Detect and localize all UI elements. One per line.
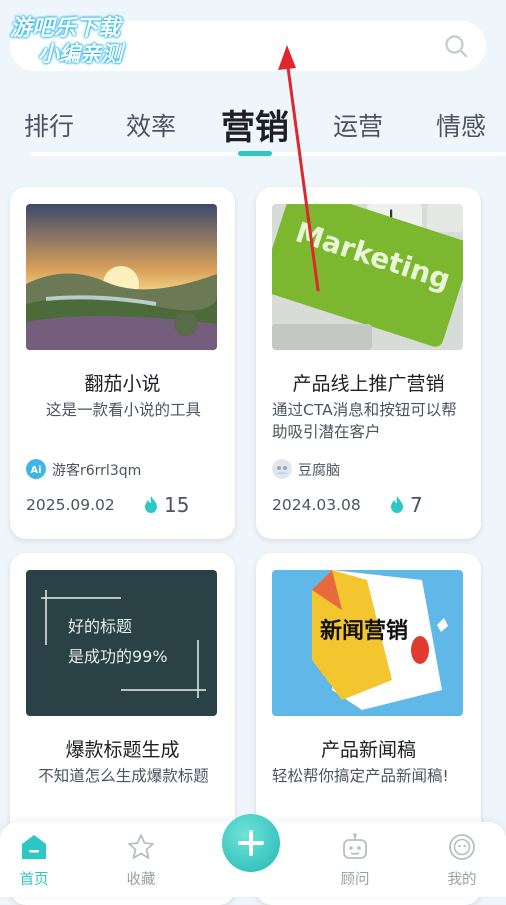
card-date: 2025.09.02 [26,496,115,514]
svg-text:Ai: Ai [30,465,41,476]
home-icon [22,835,46,859]
create-button[interactable] [222,814,280,872]
thumb-news-text: 新闻营销 [320,618,408,644]
tab-operations[interactable]: 运营 [333,107,383,143]
card-title: 爆款标题生成 [65,739,180,761]
flame-icon [391,496,403,513]
card-author-name: 豆腐脑 [298,463,340,479]
card-description: 轻松帮你搞定产品新闻稿! [272,767,449,785]
nav-home[interactable]: 首页 [4,832,64,894]
tab-marketing[interactable]: 营销 [221,100,289,149]
watermark-logo: 游吧乐下载 小编亲测 [8,8,148,68]
tool-card[interactable]: 翻茄小说 这是一款看小说的工具 Ai 游客r6rrl3qm 2025.09.02… [10,187,235,539]
card-description: 这是一款看小说的工具 [45,401,201,419]
flame-icon [145,496,157,513]
nav-favorites-label: 收藏 [126,872,156,888]
card-thumbnail [26,204,217,350]
card-thumbnail: L Marketing [272,204,463,350]
tab-efficiency[interactable]: 效率 [126,107,176,143]
card-count: 7 [410,493,423,517]
card-date: 2024.03.08 [272,496,361,514]
thumb-line1: 好的标题 [68,617,132,636]
tab-emotion[interactable]: 情感 [436,107,486,143]
card-title: 产品线上推广营销 [292,373,445,395]
card-thumbnail: 新闻营销 [272,570,463,716]
ai-avatar-icon: Ai [26,459,46,479]
nav-advisor[interactable]: 顾问 [325,832,385,894]
nav-favorites[interactable]: 收藏 [111,832,171,894]
tool-card[interactable]: L Marketing 产品线上推广营销 通过CTA消息和按钮可以帮助吸引潜在客… [256,187,481,539]
card-thumbnail: 好的标题 是成功的99% [26,570,217,716]
avatar [272,459,292,479]
tab-active-indicator [238,151,272,156]
nav-mine[interactable]: 我的 [432,832,492,894]
nav-mine-label: 我的 [447,872,477,888]
star-icon [128,834,154,859]
category-tabs: 排行 效率 营销 运营 情感 [0,95,506,165]
card-description: 通过CTA消息和按钮可以帮助吸引潜在客户 [272,401,457,441]
robot-icon [343,833,367,859]
nav-advisor-label: 顾问 [340,872,370,888]
nav-home-label: 首页 [19,872,49,888]
card-description: 不知道怎么生成爆款标题 [38,767,209,785]
tab-ranking[interactable]: 排行 [24,107,74,143]
card-title: 产品新闻稿 [320,739,416,761]
face-icon [449,834,475,860]
search-icon[interactable] [444,34,468,58]
watermark-line2: 小编亲测 [38,42,122,66]
card-author-name: 游客r6rrl3qm [52,463,142,479]
card-count: 15 [164,493,190,517]
card-title: 翻茄小说 [84,373,161,395]
thumb-line2: 是成功的99% [68,647,168,666]
bottom-nav: 首页 收藏 顾问 我的 [0,814,506,897]
